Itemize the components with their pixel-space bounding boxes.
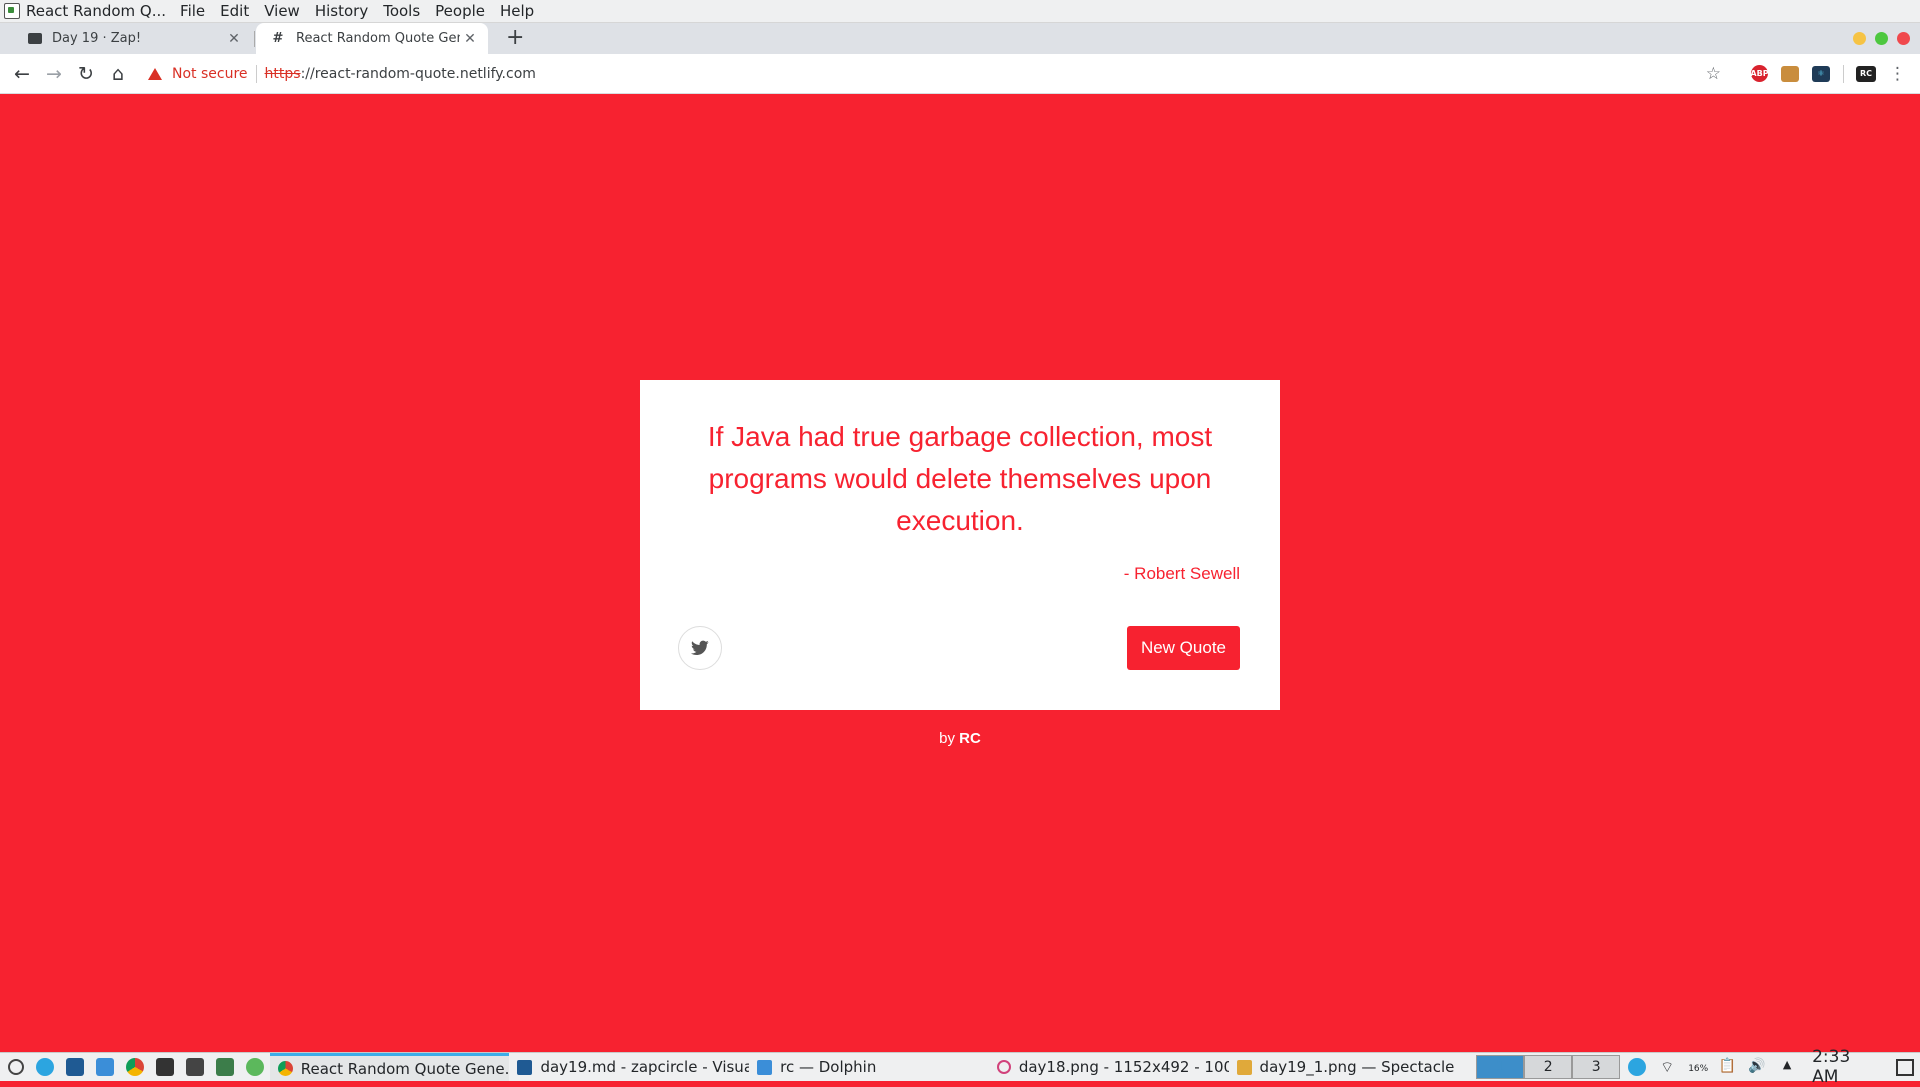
- adblock-plus-icon[interactable]: ABP: [1750, 65, 1769, 82]
- desktop-3[interactable]: 3: [1572, 1055, 1621, 1079]
- reload-icon[interactable]: ↻: [70, 63, 102, 85]
- forward-arrow-icon[interactable]: →: [38, 63, 70, 85]
- window-controls: [1853, 32, 1910, 45]
- menu-file[interactable]: File: [180, 2, 205, 20]
- spectacle-icon: [1236, 1059, 1252, 1075]
- battery-icon[interactable]: 16%: [1688, 1058, 1708, 1076]
- omnibox-separator: [255, 64, 257, 83]
- chrome-launcher-icon[interactable]: [125, 1058, 144, 1076]
- tab-label: React Random Quote Genera: [296, 31, 460, 46]
- vscode-icon: [517, 1059, 533, 1075]
- security-text: Not secure: [172, 65, 248, 82]
- tweet-quote-button[interactable]: [678, 626, 722, 670]
- byline-name[interactable]: RC: [959, 730, 981, 747]
- tab-react-random-quote[interactable]: # React Random Quote Genera ✕: [256, 23, 488, 54]
- downloader-launcher-icon[interactable]: [245, 1058, 264, 1076]
- app-menubar: React Random Q... File Edit View History…: [0, 0, 1920, 23]
- telegram-tray-icon[interactable]: [1628, 1058, 1647, 1076]
- app-launcher-icon[interactable]: [8, 1059, 24, 1075]
- task-dolphin[interactable]: rc — Dolphin: [749, 1053, 989, 1081]
- page-viewport: If Java had true garbage collection, mos…: [0, 94, 1920, 1052]
- url-host: ://react-random-quote.netlify.com: [300, 65, 536, 82]
- tab-strip: Day 19 · Zap! ✕ # React Random Quote Gen…: [0, 23, 1920, 54]
- browser-toolbar: ← → ↻ ⌂ Not secure https://react-random-…: [0, 54, 1920, 94]
- menu-edit[interactable]: Edit: [220, 2, 249, 20]
- menu-people[interactable]: People: [435, 2, 485, 20]
- minimize-window-icon[interactable]: [1853, 32, 1866, 45]
- image-viewer-icon: [996, 1060, 1011, 1074]
- show-desktop-icon[interactable]: [1895, 1058, 1914, 1076]
- task-label: day19.md - zapcircle - Visua...: [540, 1058, 750, 1076]
- menu-help[interactable]: Help: [500, 2, 534, 20]
- tab-separator: [254, 31, 255, 47]
- quote-author: - Robert Sewell: [1123, 564, 1240, 583]
- twitter-icon: [691, 640, 709, 655]
- desktop-1[interactable]: 1: [1476, 1055, 1525, 1079]
- virtual-desktop-pager: 1 2 3: [1476, 1055, 1621, 1079]
- extensions-separator: [1843, 64, 1844, 83]
- hash-favicon-icon: #: [272, 31, 284, 46]
- folder-icon: [757, 1059, 773, 1075]
- address-bar[interactable]: https://react-random-quote.netlify.com: [265, 66, 536, 82]
- url-scheme: https: [264, 65, 301, 82]
- react-devtools-icon[interactable]: ⚛: [1812, 65, 1830, 82]
- zap-favicon-icon: [28, 33, 42, 44]
- task-label: day19_1.png — Spectacle: [1259, 1058, 1455, 1076]
- tray-expand-icon[interactable]: ▲: [1778, 1058, 1796, 1076]
- byline: by RC: [0, 730, 1920, 747]
- menu-view[interactable]: View: [264, 2, 300, 20]
- security-indicator[interactable]: Not secure: [148, 66, 248, 82]
- task-label: day18.png - 1152x492 - 100...: [1018, 1058, 1229, 1076]
- task-vscode[interactable]: day19.md - zapcircle - Visua...: [509, 1053, 749, 1081]
- quote-text: If Java had true garbage collection, mos…: [707, 421, 1213, 536]
- close-window-icon[interactable]: [1897, 32, 1910, 45]
- home-icon[interactable]: ⌂: [102, 63, 134, 85]
- desktop-2[interactable]: 2: [1524, 1055, 1573, 1079]
- maximize-window-icon[interactable]: [1875, 32, 1888, 45]
- task-label: React Random Quote Gene...: [300, 1059, 510, 1078]
- task-image-viewer[interactable]: day18.png - 1152x492 - 100...: [989, 1053, 1229, 1081]
- toolbar-right: ☆ ABP ⚛ RC ⋮: [1706, 54, 1920, 93]
- task-spectacle[interactable]: day19_1.png — Spectacle: [1229, 1053, 1469, 1081]
- new-quote-button[interactable]: New Quote: [1126, 626, 1240, 670]
- app-title: React Random Q...: [26, 2, 167, 20]
- clipboard-icon[interactable]: 📋: [1718, 1058, 1736, 1076]
- menu-history[interactable]: History: [315, 2, 368, 20]
- system-monitor-launcher-icon[interactable]: [185, 1058, 204, 1076]
- chrome-icon: [277, 1061, 293, 1076]
- file-manager-launcher-icon[interactable]: [95, 1058, 114, 1076]
- telegram-launcher-icon[interactable]: [35, 1058, 54, 1076]
- taskbar: React Random Quote Gene... day19.md - za…: [0, 1047, 1920, 1087]
- app-icon: [4, 3, 20, 19]
- quote-actions: New Quote: [678, 626, 1240, 670]
- new-tab-button[interactable]: +: [506, 25, 524, 50]
- terminal-launcher-icon[interactable]: [155, 1058, 174, 1076]
- browser-menu-icon[interactable]: ⋮: [1889, 64, 1906, 84]
- tab-close-icon[interactable]: ✕: [224, 31, 244, 47]
- wifi-icon[interactable]: ⌔: [1658, 1058, 1676, 1076]
- clock[interactable]: 2:33 AM: [1812, 1047, 1882, 1087]
- back-arrow-icon[interactable]: ←: [6, 63, 38, 85]
- warning-icon: [148, 67, 162, 80]
- vscode-launcher-icon[interactable]: [65, 1058, 84, 1076]
- byline-prefix: by: [939, 730, 955, 747]
- task-chrome[interactable]: React Random Quote Gene...: [269, 1053, 510, 1081]
- volume-icon[interactable]: 🔊: [1748, 1058, 1766, 1076]
- tab-label: Day 19 · Zap!: [52, 31, 142, 46]
- tab-close-icon[interactable]: ✕: [460, 31, 480, 47]
- bookmark-star-icon[interactable]: ☆: [1706, 64, 1721, 84]
- cookie-extension-icon[interactable]: [1781, 65, 1799, 82]
- rc-profile-icon[interactable]: RC: [1856, 65, 1876, 82]
- task-label: rc — Dolphin: [780, 1058, 877, 1076]
- menu-tools[interactable]: Tools: [383, 2, 420, 20]
- quote-box: If Java had true garbage collection, mos…: [640, 380, 1280, 710]
- image-viewer-launcher-icon[interactable]: [215, 1058, 234, 1076]
- tab-day19-zap[interactable]: Day 19 · Zap! ✕: [14, 23, 252, 54]
